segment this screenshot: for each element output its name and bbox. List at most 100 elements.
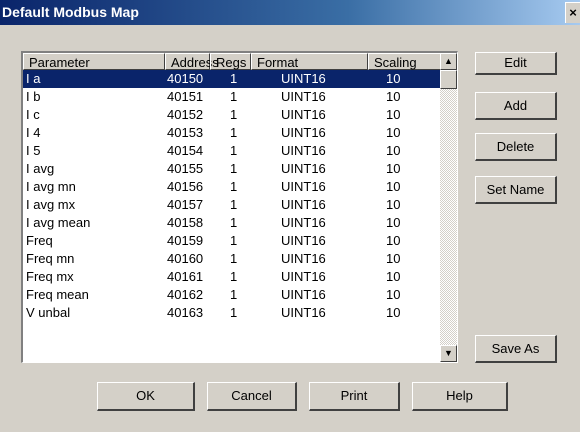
cell-address: 40158 (167, 215, 204, 230)
column-header-parameter[interactable]: Parameter (23, 53, 165, 70)
cell-format: UINT16 (281, 287, 326, 302)
vertical-scrollbar[interactable]: ▲ ▼ (440, 53, 457, 362)
cell-scaling: 10 (386, 71, 401, 86)
column-header-format[interactable]: Format (251, 53, 368, 70)
arrow-down-icon[interactable]: ▼ (440, 345, 457, 362)
cell-parameter: Freq mean (26, 287, 89, 302)
cell-address: 40162 (167, 287, 204, 302)
table-row[interactable]: Freq mx 40161 1 UINT16 10 (23, 268, 441, 286)
cell-format: UINT16 (281, 179, 326, 194)
cell-format: UINT16 (281, 161, 326, 176)
save-as-button[interactable]: Save As (475, 335, 557, 363)
window-title: Default Modbus Map (2, 4, 139, 20)
ok-button[interactable]: OK (97, 382, 195, 411)
table-row[interactable]: V unbal 40163 1 UINT16 10 (23, 304, 441, 322)
cell-scaling: 10 (386, 143, 401, 158)
cell-scaling: 10 (386, 107, 401, 122)
cell-parameter: I avg (26, 161, 55, 176)
cell-scaling: 10 (386, 305, 401, 320)
set-name-button[interactable]: Set Name (475, 176, 557, 204)
cell-address: 40163 (167, 305, 204, 320)
table-row[interactable]: I avg mean 40158 1 UINT16 10 (23, 214, 441, 232)
cell-parameter: I 4 (26, 125, 41, 140)
table-row[interactable]: I avg 40155 1 UINT16 10 (23, 160, 441, 178)
add-button[interactable]: Add (475, 92, 557, 120)
cell-format: UINT16 (281, 233, 326, 248)
cell-regs: 1 (230, 125, 238, 140)
scroll-thumb[interactable] (440, 70, 457, 89)
cell-regs: 1 (230, 287, 238, 302)
cell-address: 40161 (167, 269, 204, 284)
table-row[interactable]: I avg mn 40156 1 UINT16 10 (23, 178, 441, 196)
modbus-map-table[interactable]: Parameter Address Regs Format Scaling I … (21, 51, 458, 363)
cell-address: 40154 (167, 143, 204, 158)
table-row[interactable]: Freq 40159 1 UINT16 10 (23, 232, 441, 250)
arrow-up-icon[interactable]: ▲ (440, 53, 457, 70)
cancel-button[interactable]: Cancel (207, 382, 297, 411)
cell-parameter: I c (26, 107, 40, 122)
cell-scaling: 10 (386, 269, 401, 284)
cell-format: UINT16 (281, 197, 326, 212)
table-header: Parameter Address Regs Format Scaling (23, 53, 441, 70)
cell-regs: 1 (230, 215, 238, 230)
cell-format: UINT16 (281, 251, 326, 266)
cell-address: 40159 (167, 233, 204, 248)
table-row[interactable]: I 4 40153 1 UINT16 10 (23, 124, 441, 142)
cell-format: UINT16 (281, 215, 326, 230)
cell-regs: 1 (230, 305, 238, 320)
table-row[interactable]: I b 40151 1 UINT16 10 (23, 88, 441, 106)
cell-address: 40151 (167, 89, 204, 104)
column-header-address[interactable]: Address (165, 53, 219, 70)
cell-regs: 1 (230, 197, 238, 212)
cell-address: 40156 (167, 179, 204, 194)
cell-regs: 1 (230, 251, 238, 266)
cell-parameter: Freq (26, 233, 53, 248)
table-row[interactable]: I c 40152 1 UINT16 10 (23, 106, 441, 124)
cell-regs: 1 (230, 89, 238, 104)
table-row[interactable]: Freq mn 40160 1 UINT16 10 (23, 250, 441, 268)
table-row[interactable]: I avg mx 40157 1 UINT16 10 (23, 196, 441, 214)
edit-button[interactable]: Edit (475, 52, 557, 75)
cell-parameter: Freq mn (26, 251, 75, 266)
cell-format: UINT16 (281, 269, 326, 284)
cell-format: UINT16 (281, 125, 326, 140)
table-row[interactable]: I 5 40154 1 UINT16 10 (23, 142, 441, 160)
table-row[interactable]: I a 40150 1 UINT16 10 (23, 70, 441, 88)
column-header-scaling[interactable]: Scaling (368, 53, 441, 70)
cell-scaling: 10 (386, 89, 401, 104)
cell-address: 40160 (167, 251, 204, 266)
cell-parameter: I avg mx (26, 197, 76, 212)
help-button[interactable]: Help (412, 382, 508, 411)
close-button[interactable]: × (565, 2, 580, 23)
cell-scaling: 10 (386, 197, 401, 212)
cell-parameter: I avg mn (26, 179, 76, 194)
delete-button[interactable]: Delete (475, 133, 557, 161)
cell-regs: 1 (230, 233, 238, 248)
cell-parameter: I a (26, 71, 41, 86)
cell-format: UINT16 (281, 89, 326, 104)
cell-parameter: V unbal (26, 305, 71, 320)
cell-regs: 1 (230, 71, 238, 86)
cell-regs: 1 (230, 143, 238, 158)
cell-scaling: 10 (386, 179, 401, 194)
cell-regs: 1 (230, 179, 238, 194)
cell-address: 40153 (167, 125, 204, 140)
cell-parameter: I 5 (26, 143, 41, 158)
cell-format: UINT16 (281, 143, 326, 158)
cell-parameter: Freq mx (26, 269, 74, 284)
table-row[interactable]: Freq mean 40162 1 UINT16 10 (23, 286, 441, 304)
cell-address: 40155 (167, 161, 204, 176)
cell-regs: 1 (230, 269, 238, 284)
column-header-regs[interactable]: Regs (210, 53, 251, 70)
cell-parameter: I b (26, 89, 41, 104)
cell-scaling: 10 (386, 287, 401, 302)
cell-address: 40157 (167, 197, 204, 212)
print-button[interactable]: Print (309, 382, 400, 411)
cell-format: UINT16 (281, 107, 326, 122)
cell-format: UINT16 (281, 305, 326, 320)
cell-parameter: I avg mean (26, 215, 91, 230)
cell-scaling: 10 (386, 251, 401, 266)
cell-scaling: 10 (386, 215, 401, 230)
cell-regs: 1 (230, 107, 238, 122)
cell-address: 40150 (167, 71, 204, 86)
